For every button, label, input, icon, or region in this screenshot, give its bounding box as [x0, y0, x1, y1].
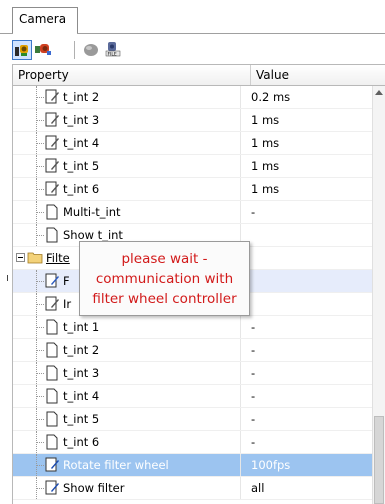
property-label: t_int 2 [63, 343, 100, 357]
popup-line-2: communication with [95, 271, 234, 287]
popup-line-1: please wait - [121, 251, 208, 267]
property-label: t_int 5 [63, 159, 100, 173]
property-label: Show t_int [63, 228, 123, 242]
property-value[interactable] [240, 270, 372, 292]
property-value[interactable]: all [240, 477, 372, 499]
property-label: t_int 2 [63, 90, 100, 104]
doc-icon [46, 342, 58, 358]
property-row[interactable]: t_int 4 - [13, 385, 372, 408]
popup-line-3: filter wheel controller [92, 291, 237, 307]
property-value[interactable]: - [240, 201, 372, 223]
property-value[interactable]: - [240, 408, 372, 430]
camera-color-icon[interactable] [34, 40, 54, 60]
camera-file-icon[interactable]: FILE [104, 40, 124, 60]
gray-blob-icon[interactable] [82, 40, 102, 60]
property-value[interactable]: 0.2 ms [240, 86, 372, 108]
property-row[interactable]: t_int 3 - [13, 362, 372, 385]
property-value[interactable]: 100fps [240, 454, 372, 476]
property-value[interactable]: 1 ms [240, 109, 372, 131]
edit-doc-icon [45, 158, 59, 173]
property-value[interactable]: 1 ms [240, 178, 372, 200]
folder-icon [27, 252, 43, 264]
property-row[interactable]: t_int 5 - [13, 408, 372, 431]
vertical-scrollbar[interactable] [372, 86, 385, 504]
folder-label: Filte [46, 251, 70, 265]
scroll-thumb[interactable] [374, 416, 384, 504]
edit-doc-icon [45, 135, 59, 150]
property-label: t_int 3 [63, 113, 100, 127]
property-label: Multi-t_int [63, 205, 121, 219]
property-value[interactable]: - [240, 431, 372, 453]
property-value[interactable]: - [240, 385, 372, 407]
property-value[interactable]: 1 ms [240, 132, 372, 154]
header-property[interactable]: Property [13, 65, 251, 85]
edit-doc-icon [45, 112, 59, 127]
scroll-up-arrow-icon[interactable] [375, 90, 383, 95]
property-label: t_int 6 [63, 435, 100, 449]
collapse-toggle[interactable] [16, 253, 25, 262]
camera-sort-icon[interactable] [12, 40, 32, 60]
tab-camera[interactable]: Camera [12, 7, 78, 33]
edit-doc-icon [45, 296, 59, 311]
property-value[interactable]: 1 ms [240, 155, 372, 177]
property-label: t_int 3 [63, 366, 100, 380]
property-value[interactable] [240, 293, 372, 315]
edit-doc-icon [45, 457, 59, 472]
doc-icon [46, 434, 58, 450]
doc-icon [46, 204, 58, 220]
property-row[interactable]: t_int 2 0.2 ms [13, 86, 372, 109]
property-row[interactable]: t_int 6 - [13, 431, 372, 454]
rotate-filter-wheel-row[interactable]: Rotate filter wheel 100fps [13, 454, 372, 477]
header-value[interactable]: Value [252, 65, 372, 85]
property-row[interactable]: t_int 4 1 ms [13, 132, 372, 155]
property-row[interactable]: t_int 6 1 ms [13, 178, 372, 201]
property-label: Ir [63, 297, 72, 311]
property-row[interactable]: t_int 2 - [13, 339, 372, 362]
edit-doc-icon [45, 273, 59, 288]
wait-popup: please wait - communication with filter … [79, 241, 250, 316]
property-value[interactable]: - [240, 339, 372, 361]
edit-doc-icon [45, 89, 59, 104]
property-label: t_int 4 [63, 389, 100, 403]
property-label: F [63, 274, 70, 288]
property-value[interactable]: - [240, 316, 372, 338]
property-value[interactable]: - [240, 362, 372, 384]
property-label: t_int 1 [63, 320, 100, 334]
doc-icon [46, 227, 58, 243]
property-label: t_int 4 [63, 136, 100, 150]
doc-icon [46, 411, 58, 427]
doc-icon [46, 319, 58, 335]
property-label: Show filter [63, 481, 125, 495]
toolbar: FILE [12, 38, 385, 62]
edit-doc-icon [45, 181, 59, 196]
tab-bar: Camera [0, 0, 385, 34]
property-row[interactable]: t_int 1 - [13, 316, 372, 339]
doc-icon [46, 388, 58, 404]
edit-doc-icon [45, 480, 59, 495]
property-value[interactable] [240, 224, 372, 246]
property-label: Rotate filter wheel [63, 458, 169, 472]
doc-icon [46, 365, 58, 381]
property-row[interactable]: t_int 3 1 ms [13, 109, 372, 132]
grid-header: Property Value [13, 65, 385, 86]
property-row[interactable]: t_int 5 1 ms [13, 155, 372, 178]
toolbar-separator [74, 41, 75, 59]
property-label: t_int 5 [63, 412, 100, 426]
property-label: t_int 6 [63, 182, 100, 196]
svg-text:FILE: FILE [108, 51, 117, 57]
show-filter-row[interactable]: Show filter all [13, 477, 372, 500]
property-row[interactable]: Multi-t_int - [13, 201, 372, 224]
